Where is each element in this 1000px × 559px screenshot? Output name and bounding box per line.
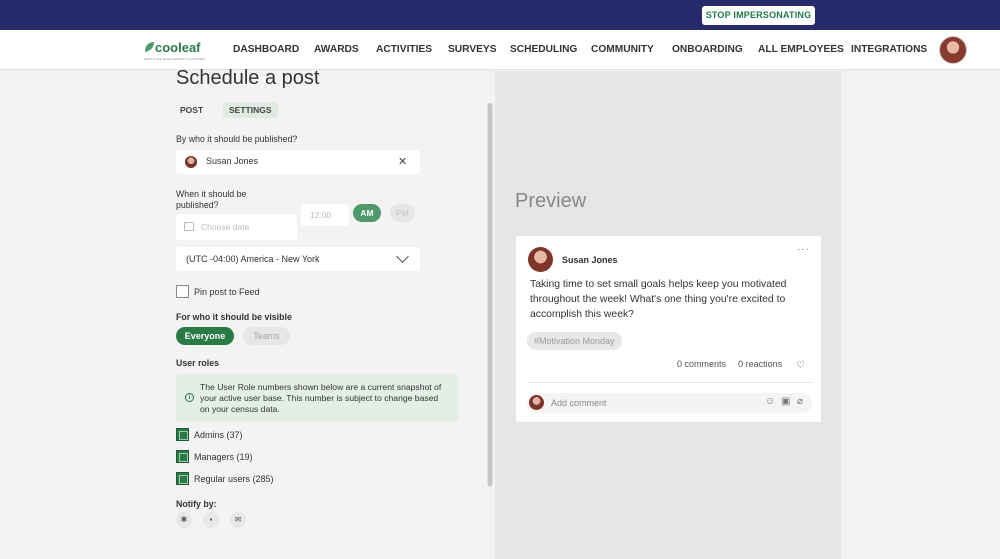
pm-toggle[interactable]: PM [390, 204, 415, 222]
teams-icon[interactable]: ▪ [203, 512, 219, 528]
notify-label: Notify by: [176, 499, 217, 509]
more-options-icon[interactable]: ··· [797, 244, 810, 255]
divider [527, 382, 812, 383]
pin-post-label: Pin post to Feed [194, 287, 260, 297]
publisher-name: Susan Jones [206, 156, 259, 166]
stop-impersonating-button[interactable]: STOP IMPERSONATING [702, 6, 815, 25]
role-managers-checkbox[interactable] [176, 450, 189, 463]
role-managers-label: Managers (19) [194, 452, 253, 462]
when-label-2: published? [176, 200, 219, 210]
post-stats: 0 comments 0 reactions [677, 359, 782, 369]
role-admins-checkbox[interactable] [176, 428, 189, 441]
date-input[interactable]: Choose date [176, 214, 297, 240]
publisher-select[interactable]: Susan Jones ✕ [176, 150, 420, 174]
nav-integrations[interactable]: INTEGRATIONS [851, 44, 927, 55]
leaf-icon [145, 42, 154, 52]
comment-placeholder: Add comment [551, 398, 607, 408]
calendar-icon [184, 222, 194, 231]
comment-input[interactable]: Add comment ☺ ▣ ⌀ [527, 393, 812, 413]
time-value: 12:00 [310, 210, 332, 220]
reactions-count[interactable]: 0 reactions [738, 359, 782, 369]
right-margin [841, 71, 1000, 559]
timezone-select[interactable]: (UTC -04:00) America - New York [176, 247, 420, 271]
cooleaf-logo[interactable]: cooleaf EMPLOYEE ENGAGEMENT PLATFORM [144, 40, 206, 62]
chevron-down-icon [396, 250, 409, 263]
commenter-avatar [529, 395, 544, 410]
attachment-icon[interactable]: ⌀ [797, 396, 803, 407]
date-placeholder: Choose date [201, 222, 250, 232]
visibility-teams[interactable]: Teams [243, 327, 290, 345]
am-toggle[interactable]: AM [353, 204, 381, 222]
user-avatar[interactable] [939, 36, 967, 64]
main-navbar: cooleaf EMPLOYEE ENGAGEMENT PLATFORM DAS… [0, 30, 1000, 70]
pin-post-checkbox[interactable] [176, 285, 189, 298]
impersonation-bar: STOP IMPERSONATING [0, 0, 1000, 30]
post-author: Susan Jones [562, 255, 618, 265]
preview-title: Preview [515, 190, 587, 212]
publisher-avatar [185, 156, 197, 168]
post-preview-card: Susan Jones ··· Taking time to set small… [516, 236, 821, 422]
nav-community[interactable]: COMMUNITY [591, 44, 654, 55]
logo-tagline: EMPLOYEE ENGAGEMENT PLATFORM [144, 57, 206, 61]
emoji-icon[interactable]: ☺ [765, 396, 775, 407]
nav-onboarding[interactable]: ONBOARDING [672, 44, 743, 55]
timezone-value: (UTC -04:00) America - New York [186, 254, 320, 264]
publisher-label: By who it should be published? [176, 134, 298, 144]
image-icon[interactable]: ▣ [781, 396, 790, 407]
slack-icon[interactable]: ✱ [176, 512, 192, 528]
nav-surveys[interactable]: SURVEYS [448, 44, 497, 55]
role-admins-label: Admins (37) [194, 430, 243, 440]
nav-awards[interactable]: AWARDS [314, 44, 359, 55]
email-icon[interactable]: ✉ [230, 512, 246, 528]
nav-activities[interactable]: ACTIVITIES [376, 44, 432, 55]
nav-dashboard[interactable]: DASHBOARD [233, 44, 299, 55]
time-input[interactable]: 12:00 [301, 204, 349, 226]
nav-all-employees[interactable]: ALL EMPLOYEES [758, 44, 844, 55]
author-avatar [528, 247, 553, 272]
nav-scheduling[interactable]: SCHEDULING [510, 44, 577, 55]
role-regular-checkbox[interactable] [176, 472, 189, 485]
post-body: Taking time to set small goals helps kee… [530, 279, 787, 320]
user-roles-info: i The User Role numbers shown below are … [176, 374, 459, 422]
tab-settings[interactable]: SETTINGS [223, 102, 278, 118]
info-text: The User Role numbers shown below are a … [200, 382, 442, 414]
visibility-everyone[interactable]: Everyone [176, 327, 234, 345]
tab-post[interactable]: POST [180, 102, 203, 118]
role-regular-label: Regular users (285) [194, 474, 274, 484]
logo-text: cooleaf [155, 40, 201, 55]
comments-count[interactable]: 0 comments [677, 359, 726, 369]
info-icon: i [185, 393, 194, 402]
user-roles-label: User roles [176, 358, 220, 368]
hashtag-chip[interactable]: #Motivation Monday [527, 332, 622, 350]
page-title: Schedule a post [176, 67, 320, 89]
clear-publisher-icon[interactable]: ✕ [398, 155, 407, 168]
heart-icon[interactable]: ♡ [796, 360, 805, 371]
when-label: When it should be [176, 189, 247, 199]
visibility-label: For who it should be visible [176, 312, 292, 322]
scrollbar-thumb[interactable] [488, 103, 492, 486]
